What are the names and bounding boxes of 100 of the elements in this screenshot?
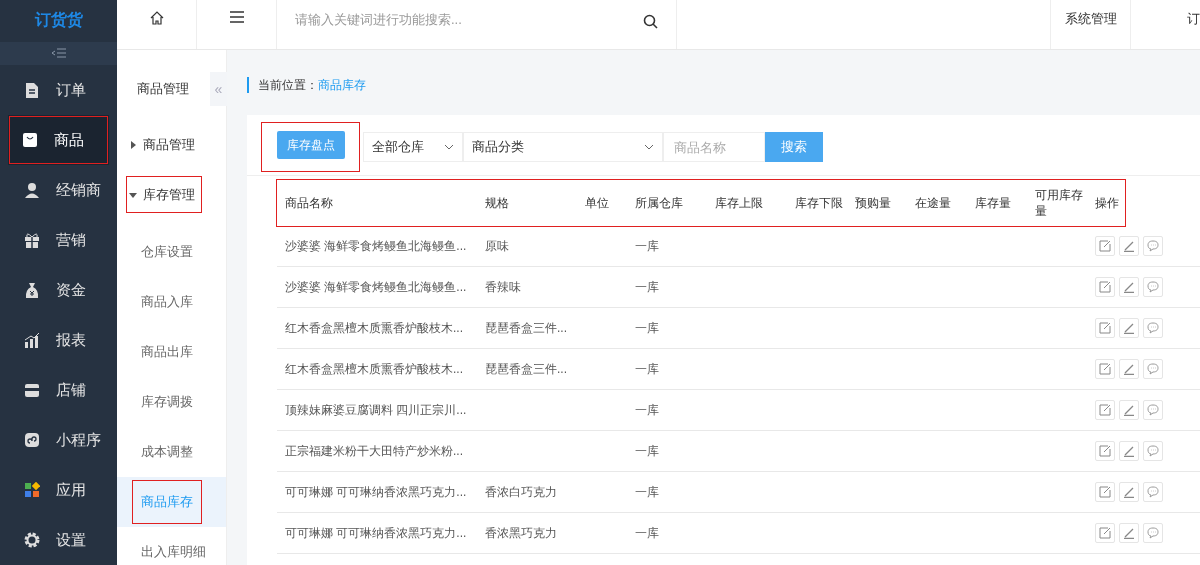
table-cell-text: 可可琳娜 可可琳纳香浓黑巧克力...	[285, 524, 468, 542]
comment-icon	[1147, 486, 1159, 498]
apps-icon	[24, 482, 40, 498]
nav-item[interactable]: 小程序	[0, 415, 117, 465]
pencil-button[interactable]	[1119, 523, 1139, 543]
table-cell-text: 红木香盒黑檀木质熏香炉酸枝木...	[285, 360, 464, 378]
breadcrumb: 当前位置：商品库存	[247, 77, 1200, 93]
home-icon	[149, 11, 164, 25]
table-cell-text: 香辣味	[485, 278, 522, 296]
pencil-icon	[1123, 486, 1135, 498]
menu-group[interactable]: 库存管理	[127, 177, 201, 212]
table-cell-text: 红木香盒黑檀木质熏香炉酸枝木...	[285, 319, 464, 337]
table-cell-text: 正宗福建米粉干大田特产炒米粉...	[285, 442, 464, 460]
menu-group[interactable]: 商品管理	[127, 127, 201, 162]
pencil-icon	[1123, 281, 1135, 293]
menu-item[interactable]: 出入库明细	[133, 531, 214, 565]
table-cell-text: 沙婆婆 海鲜零食烤鳗鱼北海鳗鱼...	[285, 278, 468, 296]
comment-icon	[1147, 527, 1159, 539]
column-header: 规格	[485, 195, 510, 211]
table-cell-text: 一库	[635, 401, 660, 419]
column-header: 库存上限	[715, 195, 764, 211]
edit-button[interactable]	[1095, 400, 1115, 420]
edit-button[interactable]	[1095, 277, 1115, 297]
nav-item[interactable]: 应用	[0, 465, 117, 515]
comment-button[interactable]	[1143, 236, 1163, 256]
sidebar-title: 商品管理	[137, 81, 189, 96]
top-menu-link[interactable]: 系统管理	[1050, 0, 1130, 49]
edit-button[interactable]	[1095, 318, 1115, 338]
edit-icon	[1099, 240, 1111, 252]
comment-icon	[1147, 240, 1159, 252]
menu-item[interactable]: 仓库设置	[133, 231, 201, 273]
bar-chart-icon	[24, 332, 40, 348]
comment-icon	[1147, 322, 1159, 334]
table-cell-text: 沙婆婆 海鲜零食烤鳗鱼北海鳗鱼...	[285, 237, 468, 255]
column-header: 库存下限	[795, 195, 844, 211]
edit-icon	[1099, 363, 1111, 375]
edit-button[interactable]	[1095, 359, 1115, 379]
document-icon	[24, 82, 40, 98]
edit-button[interactable]	[1095, 236, 1115, 256]
column-header: 库存量	[975, 195, 1012, 211]
logo: 订货货	[33, 10, 84, 31]
menu-item[interactable]: 库存调拨	[133, 381, 201, 423]
caret-right-icon	[129, 140, 137, 149]
pencil-icon	[1123, 363, 1135, 375]
pencil-icon	[1123, 240, 1135, 252]
edit-icon	[1099, 322, 1111, 334]
comment-icon	[1147, 404, 1159, 416]
pencil-button[interactable]	[1119, 482, 1139, 502]
comment-button[interactable]	[1143, 400, 1163, 420]
pencil-button[interactable]	[1119, 441, 1139, 461]
column-header: 操作	[1095, 195, 1120, 211]
user-icon	[24, 182, 40, 198]
pencil-button[interactable]	[1119, 359, 1139, 379]
table-cell-text: 可可琳娜 可可琳纳香浓黑巧克力...	[285, 483, 468, 501]
table-cell-text: 一库	[635, 360, 660, 378]
comment-button[interactable]	[1143, 277, 1163, 297]
nav-item[interactable]: 营销	[0, 215, 117, 265]
name-field[interactable]: 商品名称	[663, 132, 765, 162]
table-cell-text: 一库	[635, 483, 660, 501]
dropdown[interactable]: 全部仓库	[363, 132, 463, 162]
nav-item[interactable]: 设置	[0, 515, 117, 565]
comment-button[interactable]	[1143, 359, 1163, 379]
nav-item[interactable]: 商品	[8, 115, 109, 165]
table-cell-text: 一库	[635, 319, 660, 337]
menu-item[interactable]: 成本调整	[133, 431, 201, 473]
table-cell-text: 一库	[635, 278, 660, 296]
comment-button[interactable]	[1143, 482, 1163, 502]
nav-item[interactable]: 报表	[0, 315, 117, 365]
menu-item[interactable]: 商品入库	[133, 281, 201, 323]
nav-item[interactable]: 资金	[0, 265, 117, 315]
menu-item[interactable]: 商品出库	[133, 331, 201, 373]
nav-item[interactable]: 店铺	[0, 365, 117, 415]
pencil-button[interactable]	[1119, 400, 1139, 420]
dropdown[interactable]: 商品分类	[463, 132, 663, 162]
comment-button[interactable]	[1143, 318, 1163, 338]
comment-icon	[1147, 445, 1159, 457]
pencil-button[interactable]	[1119, 236, 1139, 256]
edit-button[interactable]	[1095, 482, 1115, 502]
comment-icon	[1147, 363, 1159, 375]
column-header: 可用库存量	[1035, 187, 1084, 219]
table-cell-text: 一库	[635, 442, 660, 460]
comment-button[interactable]	[1143, 523, 1163, 543]
menu-icon	[229, 11, 244, 23]
comment-button[interactable]	[1143, 441, 1163, 461]
pencil-icon	[1123, 445, 1135, 457]
table-cell-text: 香浓黑巧克力	[485, 524, 558, 542]
bag-icon	[22, 132, 38, 148]
search-field[interactable]: 请输入关键词进行功能搜索...	[293, 11, 635, 28]
column-header: 单位	[585, 195, 610, 211]
pencil-button[interactable]	[1119, 277, 1139, 297]
edit-button[interactable]	[1095, 523, 1115, 543]
edit-button[interactable]	[1095, 441, 1115, 461]
table-cell-text: 一库	[635, 237, 660, 255]
nav-item[interactable]: 经销商	[0, 165, 117, 215]
store-icon	[24, 382, 40, 398]
top-menu-link[interactable]: 订	[1130, 0, 1200, 49]
table-cell-text: 香浓白巧克力	[485, 483, 558, 501]
pencil-button[interactable]	[1119, 318, 1139, 338]
nav-item[interactable]: 订单	[0, 65, 117, 115]
gift-icon	[24, 232, 40, 248]
